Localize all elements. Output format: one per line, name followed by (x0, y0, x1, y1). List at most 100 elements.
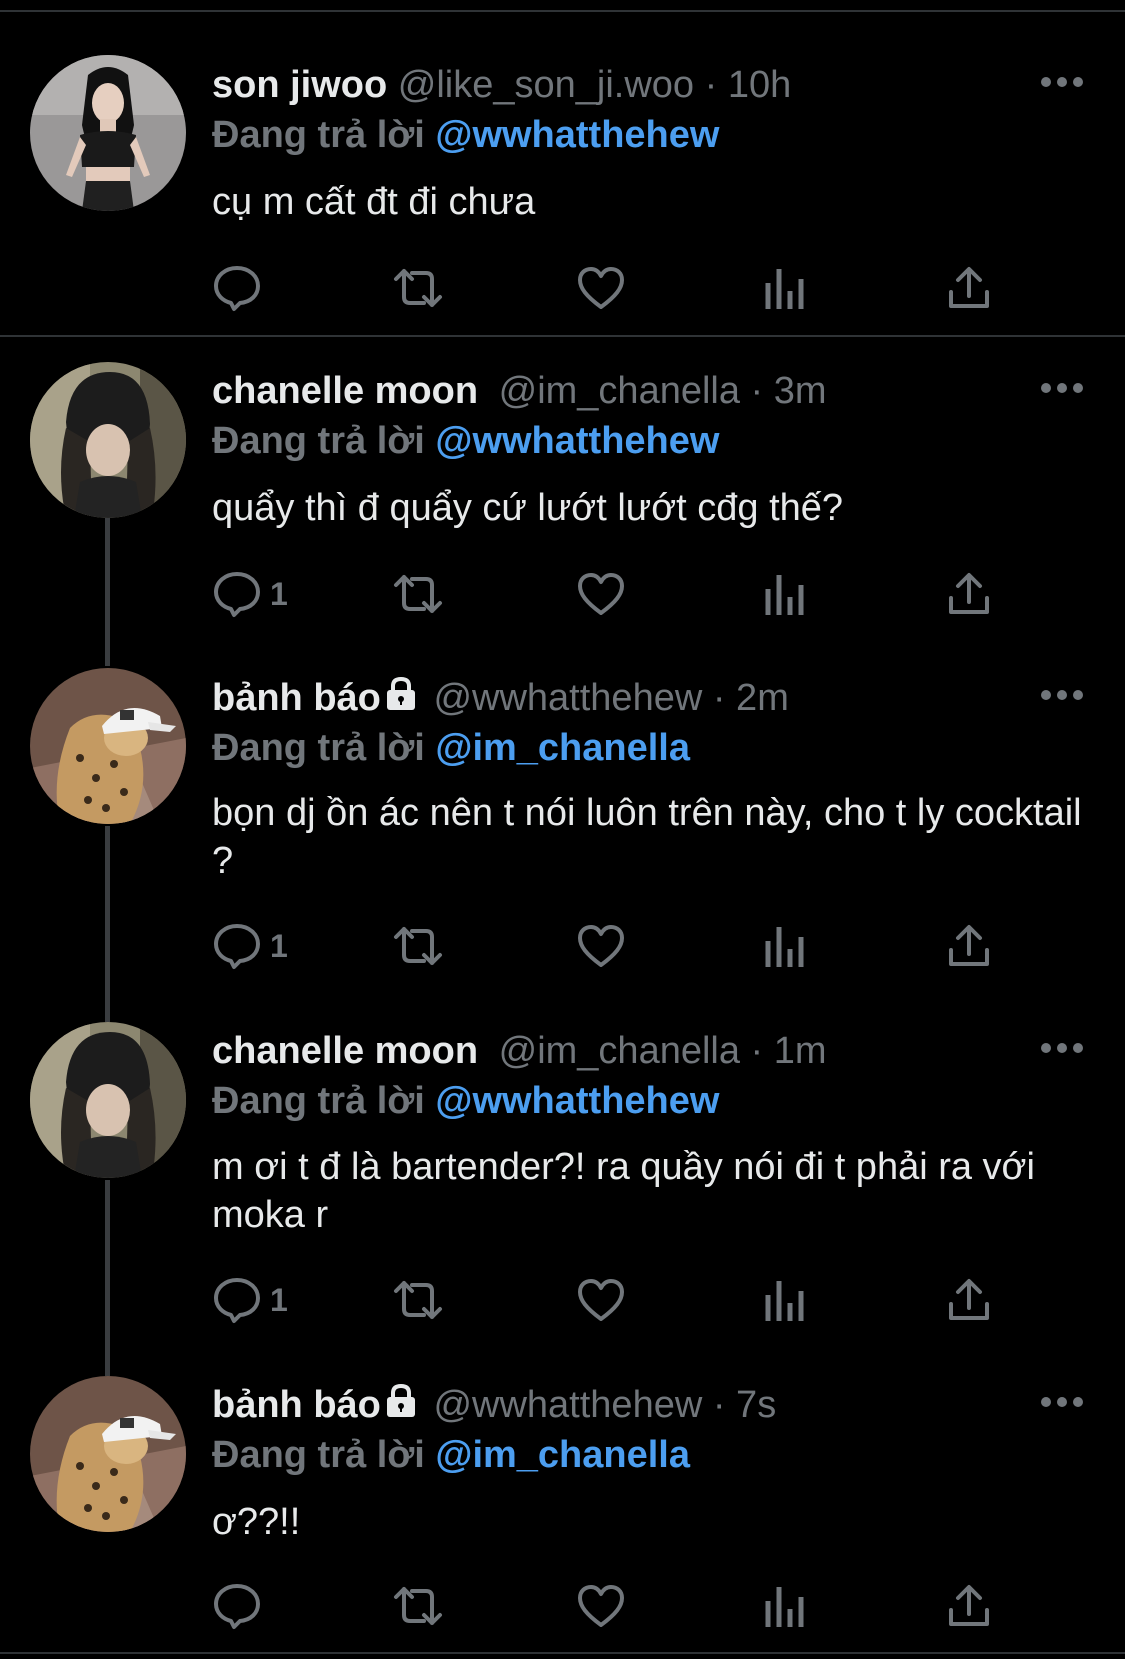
share-button[interactable] (946, 568, 992, 620)
replying-to: Đang trả lời @im_chanella (212, 1430, 690, 1480)
handle[interactable]: @im_chanella (499, 370, 740, 412)
timestamp[interactable]: · 3m (751, 370, 827, 412)
display-name[interactable]: bảnh báo (212, 677, 381, 719)
like-button[interactable] (576, 568, 626, 620)
more-icon[interactable] (1040, 378, 1084, 398)
timestamp[interactable]: · 10h (705, 64, 792, 106)
views-button[interactable] (762, 1274, 806, 1326)
views-icon (765, 1281, 804, 1321)
retweet-icon (394, 1587, 442, 1625)
reply-count: 1 (270, 575, 288, 612)
handle[interactable]: @wwhatthehew (433, 1384, 702, 1426)
thread-line (105, 826, 110, 1022)
views-icon (765, 1587, 804, 1627)
top-divider (0, 10, 1125, 12)
display-name[interactable]: chanelle moon (212, 1030, 478, 1072)
action-bar: 1 (212, 1274, 1012, 1326)
action-bar (212, 1580, 1012, 1632)
tweet-header: son jiwoo @like_son_ji.woo · 10h (212, 60, 791, 110)
action-bar: 1 (212, 920, 1012, 972)
share-icon (949, 1279, 989, 1320)
views-button[interactable] (762, 568, 806, 620)
like-button[interactable] (576, 1274, 626, 1326)
reply-button[interactable]: 1 (212, 568, 288, 620)
share-icon (949, 573, 989, 614)
avatar[interactable] (30, 1376, 186, 1532)
more-icon[interactable] (1040, 72, 1084, 92)
views-icon (765, 575, 804, 615)
display-name[interactable]: son jiwoo (212, 64, 387, 106)
thread-line (105, 518, 110, 666)
views-button[interactable] (762, 262, 806, 314)
more-icon[interactable] (1040, 685, 1084, 705)
handle[interactable]: @im_chanella (499, 1030, 740, 1072)
more-icon[interactable] (1040, 1392, 1084, 1412)
tweet-header: bảnh báo @wwhatthehew · 2m (212, 673, 789, 723)
timestamp[interactable]: · 7s (713, 1384, 776, 1426)
like-button[interactable] (576, 262, 626, 314)
retweet-button[interactable] (390, 262, 446, 314)
retweet-button[interactable] (390, 1274, 446, 1326)
timestamp[interactable]: · 2m (713, 677, 789, 719)
display-name[interactable]: bảnh báo (212, 1384, 381, 1426)
reply-icon (214, 266, 260, 311)
retweet-button[interactable] (390, 920, 446, 972)
share-icon (949, 1585, 989, 1626)
share-button[interactable] (946, 920, 992, 972)
replying-prefix: Đang trả lời (212, 114, 425, 156)
mention-link[interactable]: @im_chanella (435, 727, 690, 769)
like-icon (578, 925, 624, 967)
views-icon (765, 927, 804, 967)
tweet-divider (0, 335, 1125, 337)
display-name[interactable]: chanelle moon (212, 370, 478, 412)
share-button[interactable] (946, 262, 992, 314)
like-button[interactable] (576, 920, 626, 972)
mention-link[interactable]: @wwhatthehew (435, 114, 719, 156)
views-icon (765, 269, 804, 309)
timestamp[interactable]: · 1m (751, 1030, 827, 1072)
lock-icon (385, 1382, 417, 1432)
avatar[interactable] (30, 1022, 186, 1178)
reply-button[interactable]: 1 (212, 920, 288, 972)
share-icon (949, 925, 989, 966)
reply-button[interactable] (212, 262, 270, 314)
views-button[interactable] (762, 1580, 806, 1632)
mention-link[interactable]: @wwhatthehew (435, 420, 719, 462)
tweet-text: ơ??!! (212, 1501, 301, 1543)
tweet-header: chanelle moon @im_chanella · 3m (212, 366, 827, 416)
action-bar (212, 262, 1012, 314)
mention-link[interactable]: @wwhatthehew (435, 1080, 719, 1122)
handle[interactable]: @wwhatthehew (433, 677, 702, 719)
like-button[interactable] (576, 1580, 626, 1632)
replying-prefix: Đang trả lời (212, 1434, 425, 1476)
retweet-button[interactable] (390, 568, 446, 620)
avatar[interactable] (30, 668, 186, 824)
replying-to: Đang trả lời @im_chanella (212, 723, 690, 773)
reply-button[interactable] (212, 1580, 270, 1632)
like-icon (578, 1279, 624, 1321)
replying-prefix: Đang trả lời (212, 727, 425, 769)
views-button[interactable] (762, 920, 806, 972)
reply-icon (214, 924, 260, 969)
reply-count: 1 (270, 927, 288, 964)
mention-link[interactable]: @im_chanella (435, 1434, 690, 1476)
share-icon (949, 267, 989, 308)
tweet-text: cụ m cất đt đi chưa (212, 181, 536, 223)
tweet-header: chanelle moon @im_chanella · 1m (212, 1026, 827, 1076)
reply-icon (214, 572, 260, 617)
retweet-icon (394, 1281, 442, 1319)
reply-count: 1 (270, 1281, 288, 1318)
avatar[interactable] (30, 55, 186, 211)
more-icon[interactable] (1040, 1038, 1084, 1058)
share-button[interactable] (946, 1580, 992, 1632)
tweet-header: bảnh báo @wwhatthehew · 7s (212, 1380, 776, 1430)
avatar[interactable] (30, 362, 186, 518)
tweet-text: bọn dj ồn ác nên t nói luôn trên này, ch… (212, 792, 1082, 882)
like-icon (578, 267, 624, 309)
replying-prefix: Đang trả lời (212, 1080, 425, 1122)
reply-button[interactable]: 1 (212, 1274, 288, 1326)
share-button[interactable] (946, 1274, 992, 1326)
handle[interactable]: @like_son_ji.woo (398, 64, 694, 106)
reply-icon (214, 1584, 260, 1629)
retweet-button[interactable] (390, 1580, 446, 1632)
